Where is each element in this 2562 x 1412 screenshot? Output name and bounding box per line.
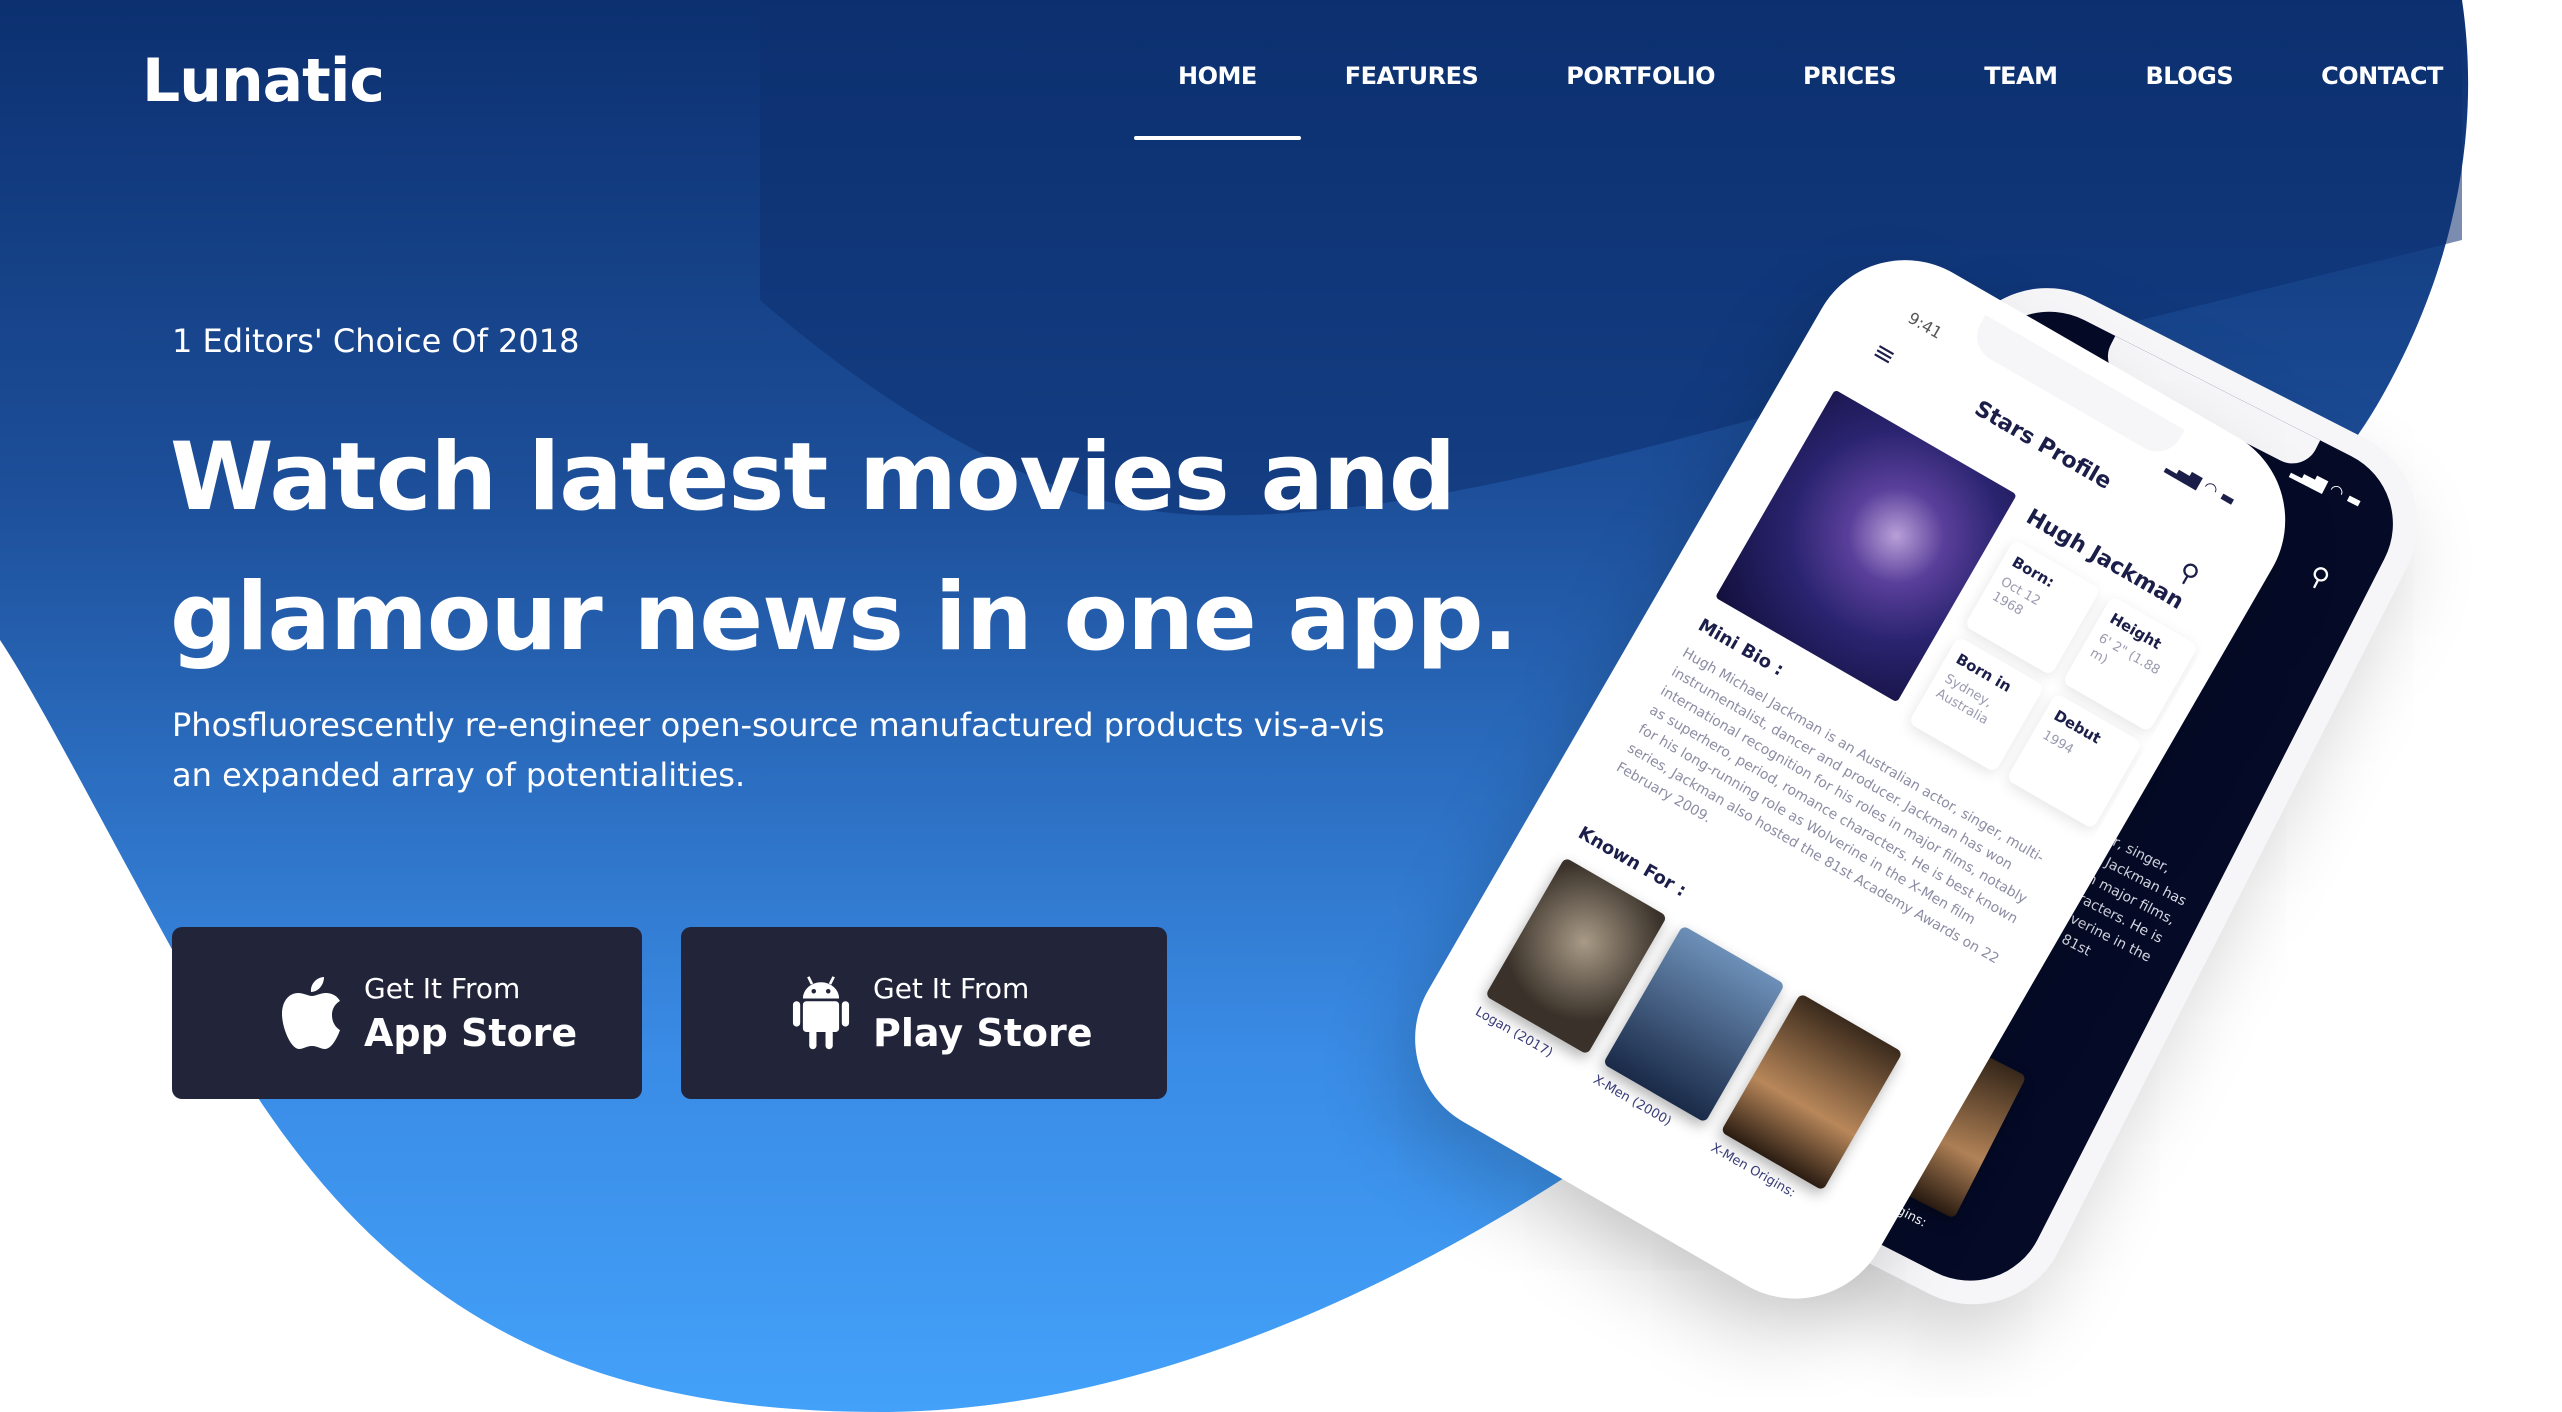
headline-line-2: glamour news in one app. xyxy=(170,563,1518,672)
nav-item-portfolio[interactable]: PORTFOLIO xyxy=(1522,62,1759,90)
nav-item-home[interactable]: HOME xyxy=(1134,62,1301,140)
hero-eyebrow: 1 Editors' Choice Of 2018 xyxy=(172,322,580,360)
status-bar-icons: ▂▄▆ ◠ ▬ xyxy=(2163,455,2240,511)
play-store-button[interactable]: Get It From Play Store xyxy=(681,927,1167,1099)
nav-item-prices[interactable]: PRICES xyxy=(1759,62,1940,90)
app-store-small-label: Get It From xyxy=(364,971,521,1005)
android-icon xyxy=(792,976,850,1050)
apple-icon xyxy=(282,977,340,1049)
nav-item-blogs[interactable]: BLOGS xyxy=(2102,62,2278,90)
brand-logo[interactable]: Lunatic xyxy=(142,46,385,116)
play-store-big-label: Play Store xyxy=(873,1010,1093,1055)
headline-line-1: Watch latest movies and xyxy=(170,423,1456,532)
app-store-big-label: App Store xyxy=(364,1010,578,1055)
status-time: 9:41 xyxy=(1904,308,1946,343)
nav-item-features[interactable]: FEATURES xyxy=(1301,62,1523,90)
play-store-small-label: Get It From xyxy=(873,971,1030,1005)
hero-headline: Watch latest movies and glamour news in … xyxy=(170,408,1518,688)
main-nav: HOME FEATURES PORTFOLIO PRICES TEAM BLOG… xyxy=(1134,62,2487,140)
search-icon: ⚲ xyxy=(2303,560,2335,596)
app-store-button[interactable]: Get It From App Store xyxy=(172,927,642,1099)
nav-item-contact[interactable]: CONTACT xyxy=(2277,62,2487,90)
hero-subtext: Phosfluorescently re-engineer open-sourc… xyxy=(172,706,1385,794)
nav-item-team[interactable]: TEAM xyxy=(1940,62,2101,90)
status-bar-icons: ▂▄▆ ◠ ▬ xyxy=(2288,460,2366,512)
